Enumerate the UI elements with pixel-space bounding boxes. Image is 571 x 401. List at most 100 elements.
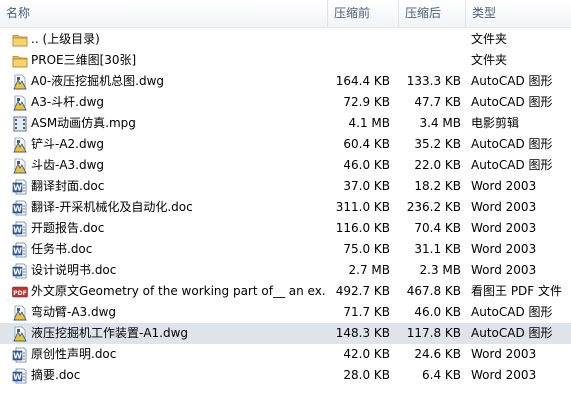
file-row[interactable]: W 翻译封面.doc 37.0 KB 18.2 KB Word 2003	[0, 176, 571, 197]
size-after: 70.4 KB	[414, 221, 461, 235]
file-name: 开题报告.doc	[31, 221, 105, 235]
size-before: 46.0 KB	[343, 158, 390, 172]
column-header-type[interactable]: 类型	[466, 0, 571, 27]
file-type: AutoCAD 图形	[471, 158, 553, 172]
column-header: 名称 压缩前 压缩后 类型	[0, 0, 571, 28]
file-name: .. (上级目录)	[31, 32, 100, 46]
word-icon: W	[12, 263, 28, 279]
file-name: 翻译-开采机械化及自动化.doc	[31, 200, 193, 214]
file-type: AutoCAD 图形	[471, 326, 553, 340]
file-name: 翻译封面.doc	[31, 179, 105, 193]
size-before: 60.4 KB	[343, 137, 390, 151]
word-icon: W	[12, 368, 28, 384]
svg-text:PDF: PDF	[13, 290, 26, 297]
file-name: 任务书.doc	[31, 242, 93, 256]
file-list: .. (上级目录) 文件夹 PROE三维图[30张] 文件夹 A0-液压挖掘机总图.dw…	[0, 29, 571, 386]
file-type: AutoCAD 图形	[471, 305, 553, 319]
file-row[interactable]: .. (上级目录) 文件夹	[0, 29, 571, 50]
file-name: A3-斗杆.dwg	[31, 95, 105, 109]
file-row[interactable]: PDF 外文原文Geometry of the working part of__…	[0, 281, 571, 302]
size-after: 46.0 KB	[414, 305, 461, 319]
file-row[interactable]: W 摘要.doc 28.0 KB 6.4 KB Word 2003	[0, 365, 571, 386]
file-row[interactable]: 斗齿-A3.dwg 46.0 KB 22.0 KB AutoCAD 图形	[0, 155, 571, 176]
file-type: AutoCAD 图形	[471, 95, 553, 109]
svg-text:W: W	[13, 247, 22, 256]
file-type: Word 2003	[471, 200, 537, 214]
file-name: PROE三维图[30张]	[31, 53, 137, 67]
file-type: Word 2003	[471, 221, 537, 235]
file-name: ASM动画仿真.mpg	[31, 116, 136, 130]
file-row[interactable]: ASM动画仿真.mpg 4.1 MB 3.4 MB 电影剪辑	[0, 113, 571, 134]
size-before: 72.9 KB	[343, 95, 390, 109]
file-row[interactable]: 液压挖掘机工作装置-A1.dwg 148.3 KB 117.8 KB AutoCAD …	[0, 323, 571, 344]
svg-text:W: W	[13, 268, 22, 277]
size-before: 75.0 KB	[343, 242, 390, 256]
column-header-size-before[interactable]: 压缩前	[328, 0, 399, 27]
dwg-icon	[12, 137, 28, 153]
file-type: 文件夹	[471, 32, 508, 46]
file-row[interactable]: W 任务书.doc 75.0 KB 31.1 KB Word 2003	[0, 239, 571, 260]
file-name: A0-液压挖掘机总图.dwg	[31, 74, 165, 88]
file-type: Word 2003	[471, 263, 537, 277]
size-after: 467.8 KB	[406, 284, 461, 298]
column-header-name[interactable]: 名称	[0, 0, 328, 27]
size-before: 311.0 KB	[335, 200, 390, 214]
column-header-size-after[interactable]: 压缩后	[399, 0, 466, 27]
pdf-icon: PDF	[12, 284, 28, 300]
file-type: 电影剪辑	[471, 116, 520, 130]
size-after: 35.2 KB	[414, 137, 461, 151]
file-row[interactable]: W 开题报告.doc 116.0 KB 70.4 KB Word 2003	[0, 218, 571, 239]
svg-text:W: W	[13, 184, 22, 193]
size-after: 24.6 KB	[414, 347, 461, 361]
file-name: 设计说明书.doc	[31, 263, 117, 277]
svg-text:W: W	[13, 226, 22, 235]
file-name: 斗齿-A3.dwg	[31, 158, 105, 172]
file-name: 原创性声明.doc	[31, 347, 117, 361]
size-before: 492.7 KB	[335, 284, 390, 298]
svg-text:W: W	[13, 352, 22, 361]
size-before: 148.3 KB	[335, 326, 390, 340]
size-before: 4.1 MB	[348, 116, 390, 130]
size-after: 18.2 KB	[414, 179, 461, 193]
svg-text:W: W	[13, 373, 22, 382]
file-type: Word 2003	[471, 347, 537, 361]
size-after: 117.8 KB	[406, 326, 461, 340]
size-before: 2.7 MB	[348, 263, 390, 277]
dwg-icon	[12, 158, 28, 174]
size-before: 71.7 KB	[343, 305, 390, 319]
svg-text:W: W	[13, 205, 22, 214]
size-before: 164.4 KB	[335, 74, 390, 88]
folder-icon	[12, 32, 28, 48]
word-icon: W	[12, 221, 28, 237]
size-after: 133.3 KB	[406, 74, 461, 88]
word-icon: W	[12, 179, 28, 195]
file-row[interactable]: A3-斗杆.dwg 72.9 KB 47.7 KB AutoCAD 图形	[0, 92, 571, 113]
file-row[interactable]: A0-液压挖掘机总图.dwg 164.4 KB 133.3 KB AutoCAD 图形	[0, 71, 571, 92]
word-icon: W	[12, 200, 28, 216]
file-type: AutoCAD 图形	[471, 74, 553, 88]
file-row[interactable]: W 设计说明书.doc 2.7 MB 2.3 MB Word 2003	[0, 260, 571, 281]
dwg-icon	[12, 95, 28, 111]
size-after: 22.0 KB	[414, 158, 461, 172]
file-type: Word 2003	[471, 179, 537, 193]
dwg-icon	[12, 74, 28, 90]
file-type: AutoCAD 图形	[471, 137, 553, 151]
dwg-icon	[12, 326, 28, 342]
size-before: 37.0 KB	[343, 179, 390, 193]
size-after: 47.7 KB	[414, 95, 461, 109]
file-row[interactable]: W 原创性声明.doc 42.0 KB 24.6 KB Word 2003	[0, 344, 571, 365]
word-icon: W	[12, 347, 28, 363]
dwg-icon	[12, 305, 28, 321]
file-name: 液压挖掘机工作装置-A1.dwg	[31, 326, 189, 340]
size-after: 236.2 KB	[406, 200, 461, 214]
word-icon: W	[12, 242, 28, 258]
file-type: Word 2003	[471, 368, 537, 382]
size-before: 28.0 KB	[343, 368, 390, 382]
file-type: 看图王 PDF 文件	[471, 284, 563, 298]
file-row[interactable]: PROE三维图[30张] 文件夹	[0, 50, 571, 71]
file-row[interactable]: W 翻译-开采机械化及自动化.doc 311.0 KB 236.2 KB Word 20…	[0, 197, 571, 218]
file-row[interactable]: 铲斗-A2.dwg 60.4 KB 35.2 KB AutoCAD 图形	[0, 134, 571, 155]
file-row[interactable]: 弯动臂-A3.dwg 71.7 KB 46.0 KB AutoCAD 图形	[0, 302, 571, 323]
file-type: 文件夹	[471, 53, 508, 67]
video-icon	[12, 116, 28, 132]
